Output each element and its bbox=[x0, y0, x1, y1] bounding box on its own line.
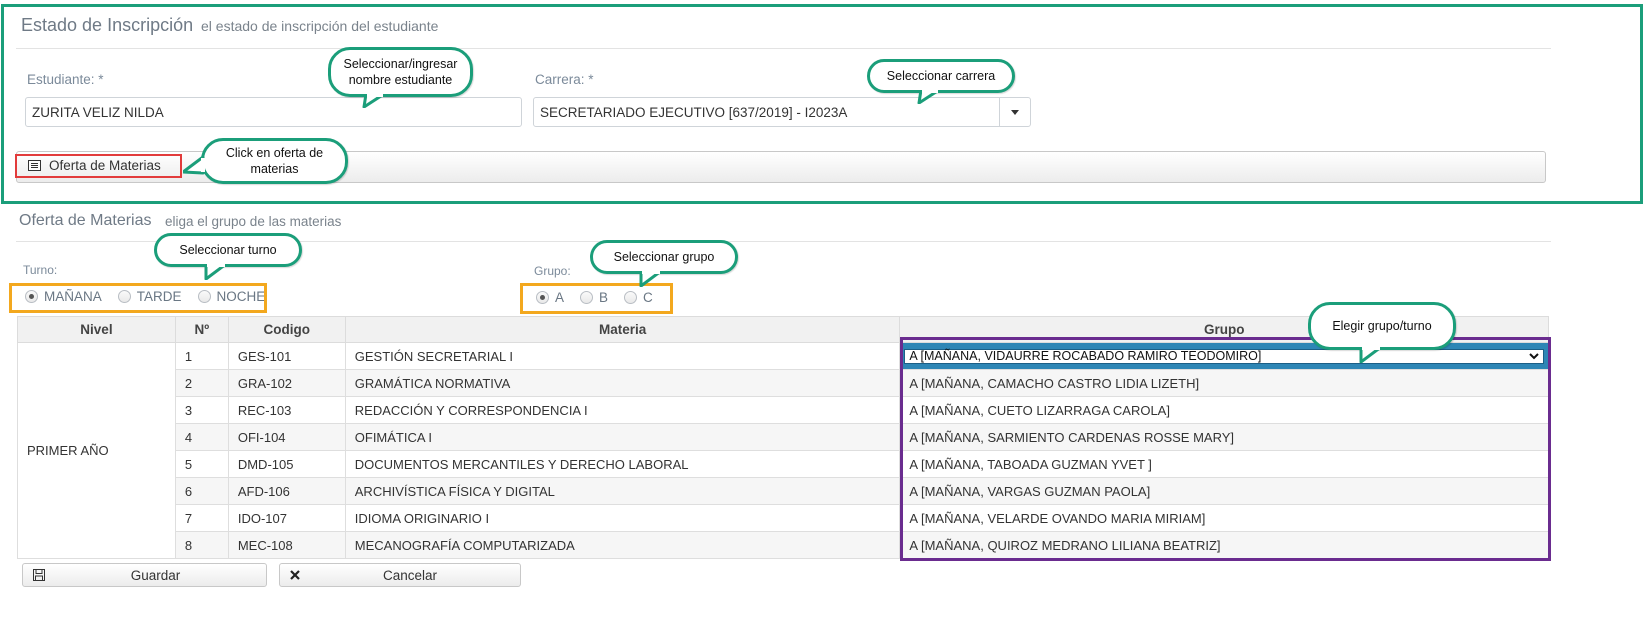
callout-tail bbox=[362, 94, 386, 108]
estudiante-label: Estudiante: * bbox=[27, 72, 104, 87]
codigo-cell: DMD-105 bbox=[227, 450, 346, 478]
numero-cell: 6 bbox=[174, 477, 229, 505]
oferta-subtitle: eliga el grupo de las materias bbox=[165, 214, 342, 229]
carrera-dropdown-button[interactable] bbox=[999, 98, 1030, 126]
oferta-title: Oferta de Materias bbox=[19, 212, 152, 229]
materia-cell: REDACCIÓN Y CORRESPONDENCIA I bbox=[344, 396, 901, 424]
callout-tail bbox=[204, 264, 228, 280]
turno-label: Turno: bbox=[23, 263, 58, 277]
codigo-cell: OFI-104 bbox=[227, 423, 346, 451]
codigo-cell: GES-101 bbox=[227, 342, 346, 370]
materia-cell: GRAMÁTICA NORMATIVA bbox=[344, 369, 901, 397]
col-header-nivel: Nivel bbox=[17, 316, 176, 343]
callout-grupo: Seleccionar grupo bbox=[590, 240, 738, 274]
turno-highlight-box bbox=[9, 283, 267, 313]
callout-tail bbox=[183, 155, 205, 175]
estudiante-input[interactable]: ZURITA VELIZ NILDA bbox=[25, 97, 522, 127]
callout-tail bbox=[1359, 347, 1383, 363]
estado-title: Estado de Inscripción bbox=[21, 15, 194, 35]
estudiante-value: ZURITA VELIZ NILDA bbox=[32, 104, 164, 120]
col-header-numero: Nº bbox=[174, 316, 229, 343]
callout-oferta: Click en oferta de materias bbox=[201, 138, 348, 184]
materia-cell: MECANOGRAFÍA COMPUTARIZADA bbox=[344, 531, 901, 559]
numero-cell: 1 bbox=[174, 342, 229, 370]
cancelar-label: Cancelar bbox=[382, 567, 438, 583]
codigo-cell: IDO-107 bbox=[227, 504, 346, 532]
numero-cell: 7 bbox=[174, 504, 229, 532]
callout-tail bbox=[639, 271, 663, 287]
materia-cell: ARCHIVÍSTICA FÍSICA Y DIGITAL bbox=[344, 477, 901, 505]
nivel-cell: PRIMER AÑO bbox=[17, 342, 176, 559]
materia-cell: IDIOMA ORIGINARIO I bbox=[344, 504, 901, 532]
carrera-select[interactable]: SECRETARIADO EJECUTIVO [637/2019] - I202… bbox=[533, 97, 1031, 127]
col-header-materia: Materia bbox=[344, 316, 901, 343]
estado-subtitle: el estado de inscripción del estudiante bbox=[201, 18, 439, 34]
divider bbox=[16, 48, 1551, 49]
guardar-label: Guardar bbox=[130, 567, 181, 583]
codigo-cell: REC-103 bbox=[227, 396, 346, 424]
numero-cell: 4 bbox=[174, 423, 229, 451]
codigo-cell: GRA-102 bbox=[227, 369, 346, 397]
grupo-highlight-box bbox=[520, 283, 673, 314]
close-icon bbox=[290, 570, 300, 580]
col-header-codigo: Codigo bbox=[227, 316, 346, 343]
carrera-label: Carrera: * bbox=[535, 72, 594, 87]
numero-cell: 3 bbox=[174, 396, 229, 424]
materia-cell: GESTIÓN SECRETARIAL I bbox=[344, 342, 901, 370]
numero-cell: 8 bbox=[174, 531, 229, 559]
grupo-label: Grupo: bbox=[534, 264, 571, 278]
callout-grupo-turno: Elegir grupo/turno bbox=[1308, 302, 1456, 350]
callout-carrera: Seleccionar carrera bbox=[867, 59, 1015, 93]
numero-cell: 5 bbox=[174, 450, 229, 478]
callout-tail bbox=[917, 90, 941, 104]
guardar-button[interactable]: Guardar bbox=[22, 563, 267, 587]
save-icon bbox=[33, 569, 45, 581]
carrera-value: SECRETARIADO EJECUTIVO [637/2019] - I202… bbox=[540, 104, 848, 120]
codigo-cell: AFD-106 bbox=[227, 477, 346, 505]
grupo-highlight-box bbox=[900, 337, 1551, 561]
caret-down-icon bbox=[1011, 109, 1019, 115]
codigo-cell: MEC-108 bbox=[227, 531, 346, 559]
materia-cell: DOCUMENTOS MERCANTILES Y DERECHO LABORAL bbox=[344, 450, 901, 478]
cancelar-button[interactable]: Cancelar bbox=[279, 563, 521, 587]
numero-cell: 2 bbox=[174, 369, 229, 397]
materia-cell: OFIMÁTICA I bbox=[344, 423, 901, 451]
oferta-highlight-box bbox=[15, 154, 182, 178]
callout-turno: Seleccionar turno bbox=[154, 233, 302, 267]
callout-estudiante: Seleccionar/ingresar nombre estudiante bbox=[328, 47, 473, 97]
